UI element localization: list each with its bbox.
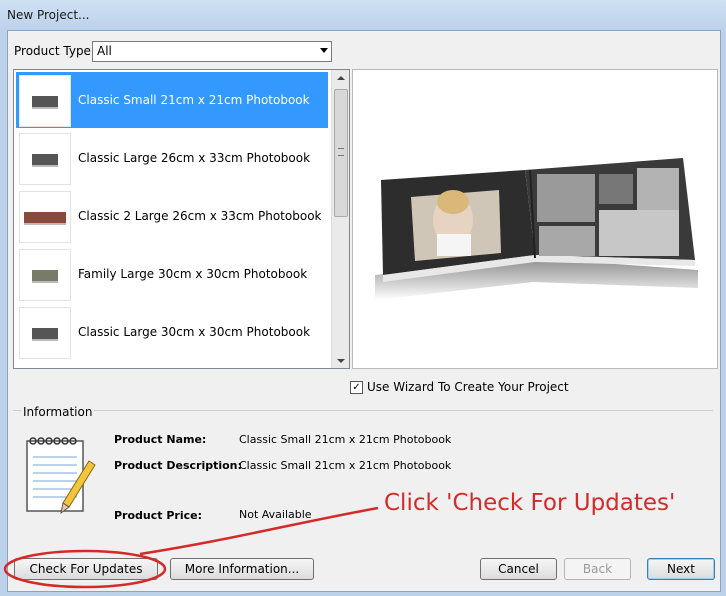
highlight-ellipse xyxy=(3,549,167,589)
annotation-arrow-line xyxy=(139,506,379,556)
annotation-text: Click 'Check For Updates' xyxy=(384,490,676,516)
window: New Project... Product Type: All Classic… xyxy=(0,0,726,596)
